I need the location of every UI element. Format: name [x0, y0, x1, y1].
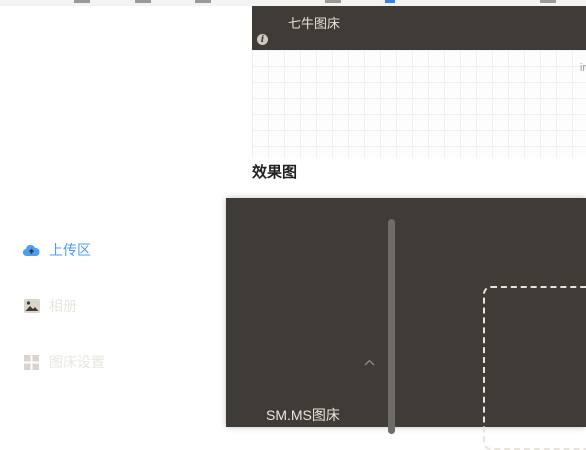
grid-edge-text: ir [579, 62, 586, 74]
image-icon [23, 298, 40, 315]
grid-canvas: ir [252, 50, 586, 158]
info-icon[interactable]: i [257, 34, 268, 45]
toolbar-tick [325, 0, 341, 3]
sidebar-item-upload[interactable]: 上传区 [23, 240, 91, 260]
toolbar-tick [74, 0, 90, 3]
sidebar-item-label: 上传区 [49, 242, 91, 258]
header-title: 七牛图床 [288, 16, 341, 31]
sidebar-subitem-smms[interactable]: SM.MS图床 [266, 405, 340, 425]
sidebar-item-settings[interactable]: 图床设置 [23, 352, 105, 372]
sidebar-scrollbar[interactable] [388, 219, 395, 434]
section-title: 效果图 [252, 164, 298, 181]
app-window [226, 198, 586, 450]
sidebar-item-label: 相册 [49, 298, 77, 314]
chevron-up-icon[interactable] [364, 353, 375, 371]
toolbar-tick [540, 0, 556, 3]
toolbar-tick [195, 0, 211, 3]
preview-header: 七牛图床 i [252, 6, 586, 50]
grid-icon [23, 354, 40, 371]
toolbar-tick [385, 0, 395, 3]
toolbar-tick [135, 0, 151, 3]
sidebar-item-label: 图床设置 [49, 354, 105, 370]
cloud-upload-icon [23, 242, 40, 259]
sidebar-item-album[interactable]: 相册 [23, 296, 77, 316]
upload-dropzone[interactable] [483, 286, 586, 450]
